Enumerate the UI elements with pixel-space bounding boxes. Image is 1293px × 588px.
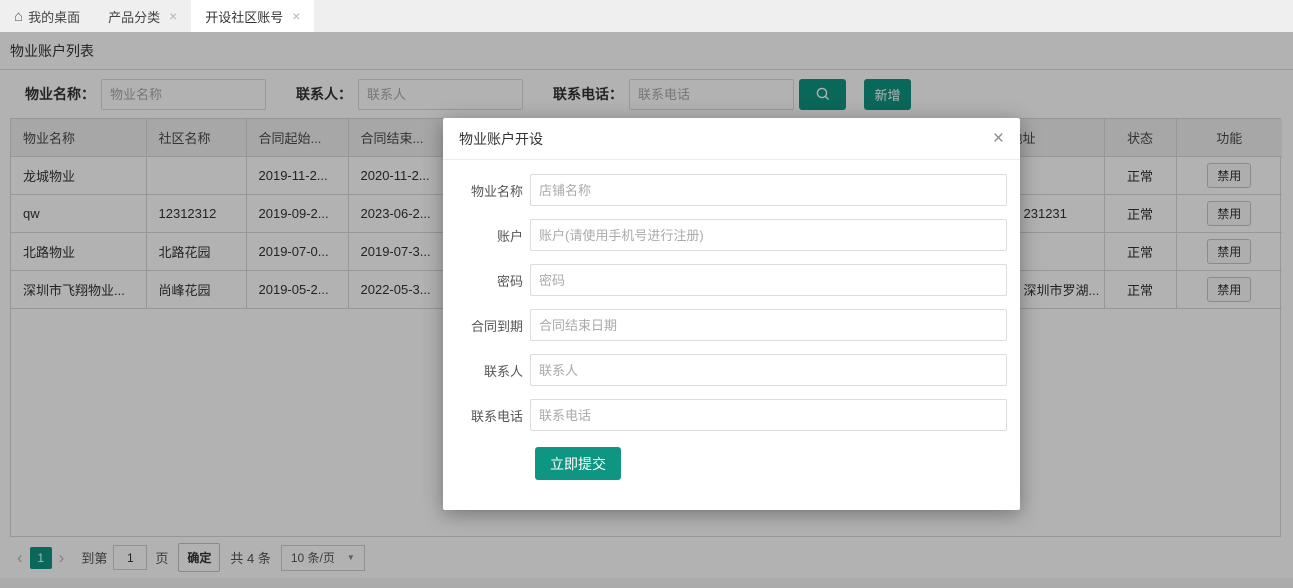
modal-footer: 立即提交 [443,444,1020,510]
tab-label: 我的桌面 [28,7,80,26]
phone-field[interactable] [530,399,1007,431]
field-label: 物业名称 [459,181,523,200]
tab-label: 开设社区账号 [205,7,283,26]
form-row-phone: 联系电话 [459,399,1007,431]
form-row-contact: 联系人 [459,354,1007,386]
password-field[interactable] [530,264,1007,296]
tab-product-category[interactable]: 产品分类 × [94,0,191,32]
tab-open-community-account[interactable]: 开设社区账号 × [191,0,314,32]
form-row-account: 账户 [459,219,1007,251]
modal-title: 物业账户开设 [459,129,543,149]
modal-header: 物业账户开设 × [443,118,1020,160]
field-label: 联系人 [459,361,523,380]
close-icon[interactable]: × [169,9,177,23]
form-row-property-name: 物业名称 [459,174,1007,206]
property-account-modal: 物业账户开设 × 物业名称 账户 密码 合同到期 [443,118,1020,510]
modal-body: 物业名称 账户 密码 合同到期 联系人 [443,160,1020,431]
form-row-password: 密码 [459,264,1007,296]
tab-my-desktop[interactable]: ⌂ 我的桌面 [0,0,94,32]
app-window: ⌂ 我的桌面 产品分类 × 开设社区账号 × 物业账户列表 物业名称： 联系人： [0,0,1293,588]
field-label: 账户 [459,226,523,245]
tab-bar: ⌂ 我的桌面 产品分类 × 开设社区账号 × [0,0,1293,32]
field-label: 联系电话 [459,406,523,425]
contract-expiry-field[interactable] [530,309,1007,341]
field-label: 密码 [459,271,523,290]
field-label: 合同到期 [459,316,523,335]
property-name-field[interactable] [530,174,1007,206]
close-icon[interactable]: × [292,9,300,23]
tab-label: 产品分类 [108,7,160,26]
form-row-contract-expiry: 合同到期 [459,309,1007,341]
contact-field[interactable] [530,354,1007,386]
content-area: 物业账户列表 物业名称： 联系人： 联系电话： [0,32,1293,588]
close-icon[interactable]: × [993,129,1004,148]
home-icon: ⌂ [14,9,23,24]
account-field[interactable] [530,219,1007,251]
submit-button[interactable]: 立即提交 [535,447,621,480]
